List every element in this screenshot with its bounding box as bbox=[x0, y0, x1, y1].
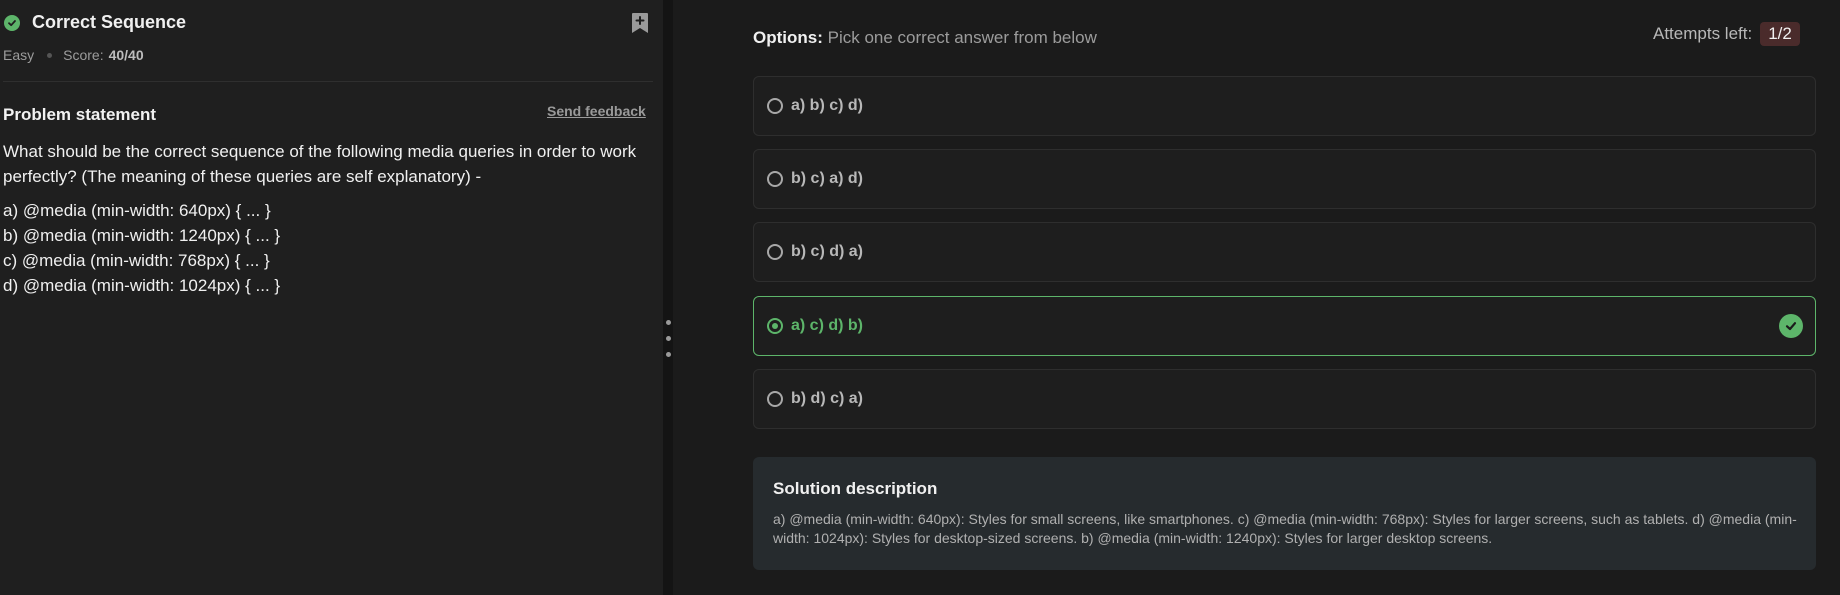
answer-option[interactable]: b) d) c) a) bbox=[753, 369, 1816, 429]
problem-panel: Correct Sequence Easy Score: 40/40 Probl… bbox=[0, 0, 663, 595]
problem-title-row: Correct Sequence bbox=[4, 12, 186, 33]
solution-title: Solution description bbox=[773, 479, 938, 498]
media-query-item: a) @media (min-width: 640px) { ... } bbox=[3, 201, 271, 220]
options-label: Options: bbox=[753, 28, 823, 47]
answer-option[interactable]: a) b) c) d) bbox=[753, 76, 1816, 136]
options-panel: Options: Pick one correct answer from be… bbox=[673, 0, 1840, 595]
meta-separator bbox=[47, 52, 53, 58]
drag-handle-icon[interactable] bbox=[666, 336, 671, 341]
difficulty-label: Easy bbox=[3, 47, 35, 63]
problem-title: Correct Sequence bbox=[32, 12, 187, 32]
answer-option[interactable]: b) c) d) a) bbox=[753, 222, 1816, 282]
media-query-item: d) @media (min-width: 1024px) { ... } bbox=[3, 276, 281, 295]
answer-option-label: a) b) c) d) bbox=[791, 97, 863, 114]
answer-option-label: a) c) d) b) bbox=[791, 317, 863, 334]
problem-statement-text: What should be the correct sequence of t… bbox=[3, 142, 637, 186]
panel-resize-divider[interactable] bbox=[663, 0, 673, 595]
attempts-badge: 1/2 bbox=[1760, 22, 1800, 46]
media-query-item: b) @media (min-width: 1240px) { ... } bbox=[3, 226, 281, 245]
media-query-list: a) @media (min-width: 640px) { ... } b) … bbox=[3, 198, 280, 298]
radio-icon[interactable] bbox=[767, 391, 783, 407]
radio-selected-icon[interactable] bbox=[767, 318, 783, 334]
problem-statement-heading: Problem statement bbox=[3, 105, 157, 124]
answer-option-label: b) c) d) a) bbox=[791, 243, 863, 260]
answer-option-label: b) c) a) d) bbox=[791, 170, 863, 187]
bookmark-add-icon[interactable] bbox=[631, 12, 649, 34]
media-query-item: c) @media (min-width: 768px) { ... } bbox=[3, 251, 270, 270]
solution-text: a) @media (min-width: 640px): Styles for… bbox=[773, 511, 1797, 546]
answer-option-label: b) d) c) a) bbox=[791, 390, 863, 407]
radio-icon[interactable] bbox=[767, 98, 783, 114]
score-value: 40/40 bbox=[108, 47, 144, 63]
attempts-label: Attempts left: bbox=[1653, 24, 1753, 43]
options-hint: Pick one correct answer from below bbox=[827, 28, 1097, 47]
header-divider bbox=[3, 81, 653, 82]
drag-handle-icon[interactable] bbox=[666, 320, 671, 325]
solved-check-icon bbox=[4, 14, 20, 31]
radio-icon[interactable] bbox=[767, 171, 783, 187]
drag-handle-icon[interactable] bbox=[666, 352, 671, 357]
radio-icon[interactable] bbox=[767, 244, 783, 260]
solution-card: Solution description a) @media (min-widt… bbox=[753, 457, 1816, 570]
answer-option[interactable]: b) c) a) d) bbox=[753, 149, 1816, 209]
problem-meta: Easy Score: 40/40 bbox=[3, 47, 144, 63]
score-label: Score: bbox=[63, 47, 104, 63]
answer-option-selected[interactable]: a) c) d) b) bbox=[753, 296, 1816, 356]
options-header: Options: Pick one correct answer from be… bbox=[753, 28, 1097, 48]
send-feedback-link[interactable]: Send feedback bbox=[547, 103, 646, 119]
attempts-indicator: Attempts left: 1/2 bbox=[1653, 22, 1800, 46]
correct-check-icon bbox=[1779, 314, 1803, 338]
